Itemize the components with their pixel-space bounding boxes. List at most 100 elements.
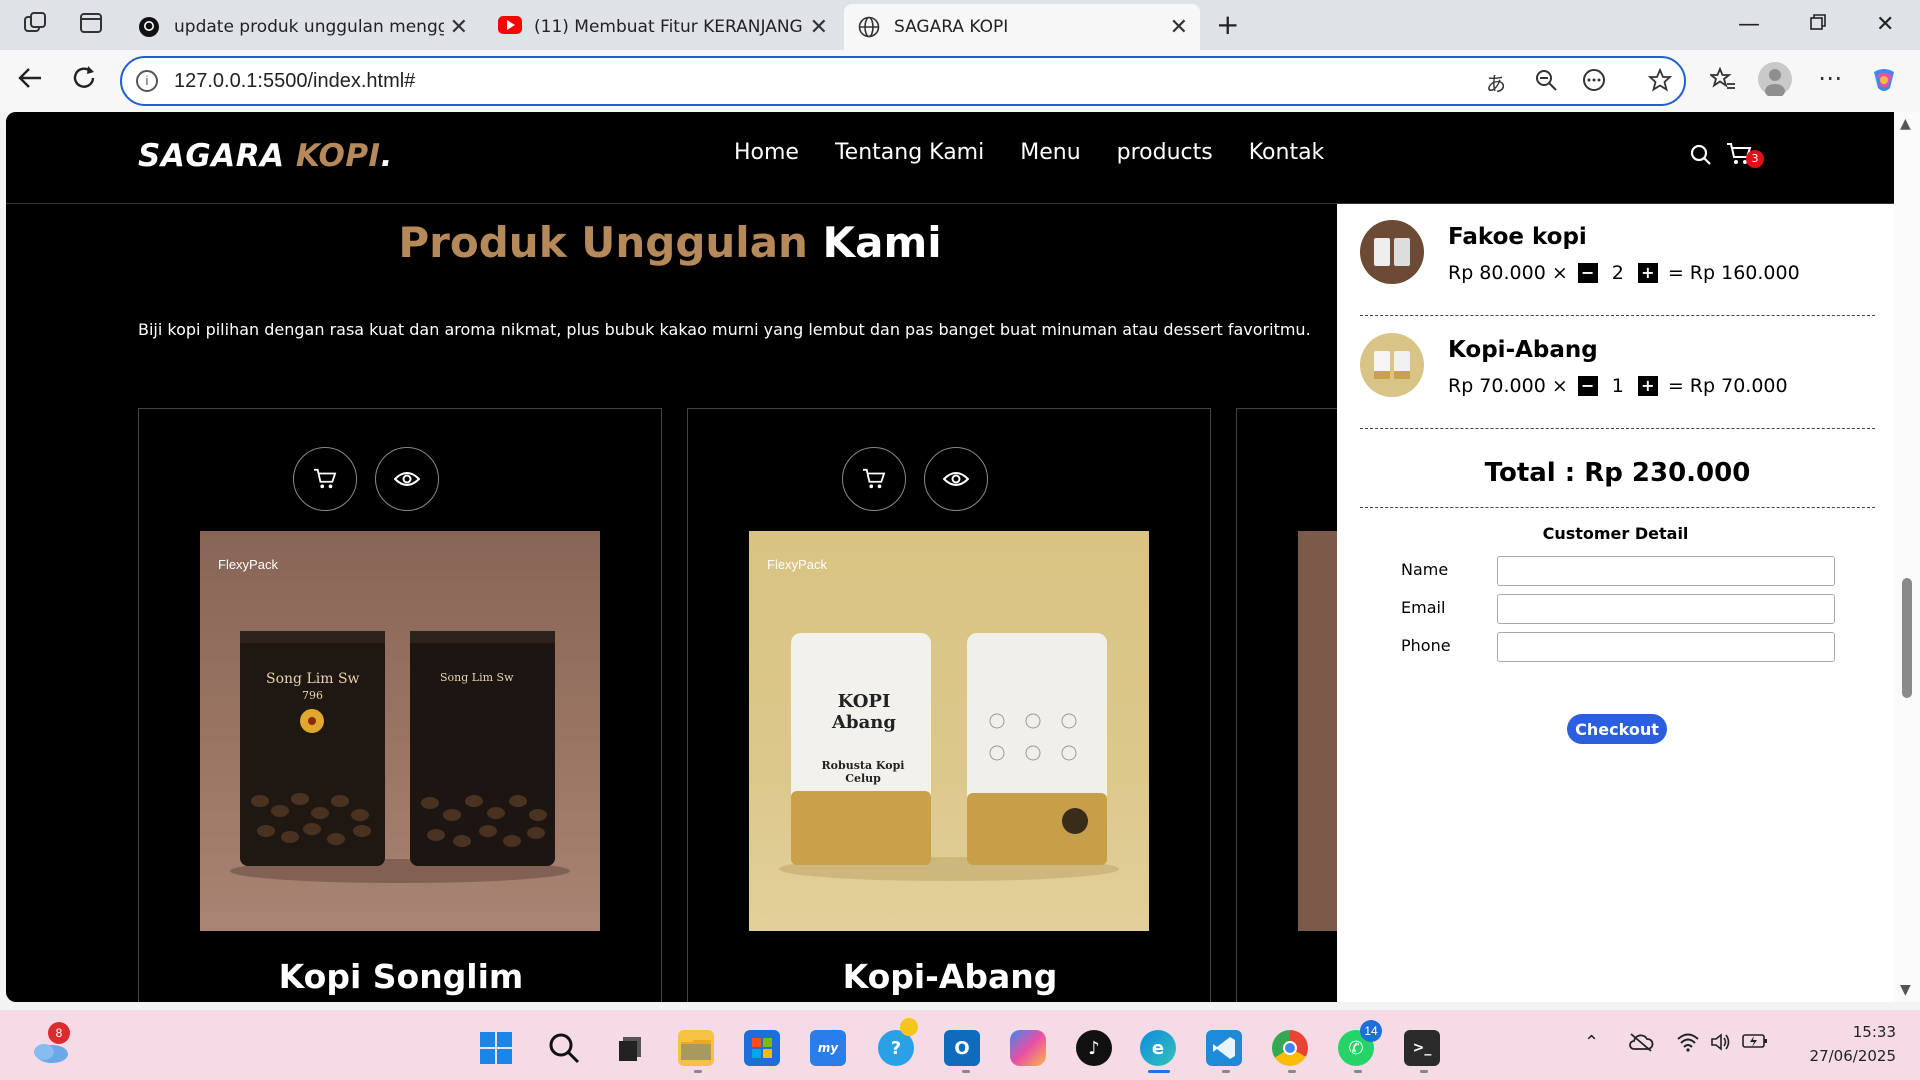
refresh-icon[interactable] <box>70 64 98 98</box>
name-input[interactable] <box>1497 556 1835 586</box>
close-icon[interactable]: ✕ <box>1170 15 1188 40</box>
cloud-offline-icon[interactable] <box>1628 1032 1654 1057</box>
tab-github[interactable]: update produk unggulan menggu ✕ <box>124 4 480 50</box>
nav-link-kontak[interactable]: Kontak <box>1249 140 1325 165</box>
system-clock[interactable]: 15:33 27/06/2025 <box>1796 1020 1896 1068</box>
close-icon[interactable]: ✕ <box>450 15 468 40</box>
logo-text-accent: KOPI <box>295 138 381 174</box>
search-icon[interactable] <box>1690 144 1712 170</box>
cart-item: Fakoe kopi Rp 80.000 × − 2 + = Rp 160.00… <box>1360 204 1875 316</box>
scrollbar-thumb[interactable] <box>1902 578 1912 698</box>
running-indicator <box>962 1070 970 1073</box>
nav-link-tentang-kami[interactable]: Tentang Kami <box>835 140 984 165</box>
translate-icon[interactable]: あ <box>1486 68 1506 97</box>
github-icon <box>138 16 160 38</box>
tiktok-icon[interactable]: ♪ <box>1076 1030 1112 1066</box>
view-detail-button[interactable] <box>375 447 439 511</box>
minimize-icon[interactable]: — <box>1738 12 1760 37</box>
decrease-qty-button[interactable]: − <box>1577 376 1598 396</box>
product-card: FlexyPack KOPI Abang Robusta Kopi Celup … <box>687 408 1211 1002</box>
back-icon[interactable] <box>16 64 44 98</box>
tab-sagara-kopi[interactable]: SAGARA KOPI ✕ <box>844 4 1200 50</box>
section-description: Biji kopi pilihan dengan rasa kuat dan a… <box>138 320 1311 339</box>
running-indicator <box>1148 1070 1170 1073</box>
microsoft-store-icon[interactable] <box>744 1030 780 1066</box>
cart-item: Kopi-Abang Rp 70.000 × − 1 + = Rp 70.000 <box>1360 317 1875 429</box>
cart-item-subtotal: = Rp 70.000 <box>1667 375 1788 397</box>
outlook-icon[interactable]: O <box>944 1030 980 1066</box>
close-window-icon[interactable]: ✕ <box>1876 12 1894 37</box>
zoom-out-icon[interactable] <box>1534 68 1558 98</box>
add-to-cart-button[interactable] <box>293 447 357 511</box>
volume-icon[interactable] <box>1710 1032 1732 1057</box>
checkout-button[interactable]: Checkout <box>1567 714 1667 744</box>
browser-tab-bar: update produk unggulan menggu ✕ (11) Mem… <box>0 0 1920 50</box>
cart-item-subtotal: = Rp 160.000 <box>1667 262 1800 284</box>
cart-item-name: Fakoe kopi <box>1448 224 1587 250</box>
pack-label-right: Song Lim Sw <box>440 671 514 684</box>
page-scrollbar[interactable]: ▲ ▼ <box>1894 112 1920 1002</box>
notification-dot <box>900 1018 918 1036</box>
increase-qty-button[interactable]: + <box>1637 263 1658 283</box>
customer-detail-title: Customer Detail <box>1542 524 1689 543</box>
start-icon[interactable] <box>478 1030 514 1066</box>
page-viewport: SAGARA KOPI. Home Tentang Kami Menu prod… <box>6 112 1894 1002</box>
phone-label: Phone <box>1401 636 1451 655</box>
cart-item-price: Rp 70.000 × <box>1448 375 1568 397</box>
running-indicator <box>1222 1070 1230 1073</box>
running-indicator <box>1354 1070 1362 1073</box>
address-bar[interactable]: i 127.0.0.1:5500/index.html# あ <box>120 56 1686 106</box>
tab-youtube[interactable]: (11) Membuat Fitur KERANJANG I ✕ <box>484 4 840 50</box>
cart-item-line: Rp 70.000 × − 1 + = Rp 70.000 <box>1448 375 1788 397</box>
nav-link-home[interactable]: Home <box>734 140 799 165</box>
edge-icon[interactable]: e <box>1140 1030 1176 1066</box>
chevron-up-icon[interactable]: ⌃ <box>1584 1032 1599 1053</box>
section-title-accent: Produk Unggulan <box>398 218 808 267</box>
file-explorer-icon[interactable] <box>678 1030 714 1066</box>
site-info-icon[interactable]: i <box>136 70 158 92</box>
wifi-icon[interactable] <box>1676 1032 1700 1057</box>
scroll-down-icon[interactable]: ▼ <box>1900 982 1911 998</box>
youtube-icon <box>498 16 522 38</box>
pack-number-left: 796 <box>302 689 323 702</box>
profile-avatar-icon[interactable] <box>1758 62 1792 102</box>
restore-icon[interactable] <box>1808 12 1828 38</box>
nav-link-products[interactable]: products <box>1117 140 1213 165</box>
product-image: FlexyPack Song Lim Sw 796 Song Lim Sw <box>200 531 600 931</box>
cart-icon <box>863 468 886 489</box>
copilot-icon[interactable] <box>1868 64 1900 102</box>
weather-badge: 8 <box>48 1022 70 1044</box>
browser-toolbar: i 127.0.0.1:5500/index.html# あ ⋯ <box>0 50 1920 112</box>
product-card: FlexyPack Song Lim Sw 796 Song Lim Sw Ko… <box>138 408 662 1002</box>
more-tools-icon[interactable] <box>1582 68 1606 98</box>
vscode-icon[interactable] <box>1206 1030 1242 1066</box>
tab-actions-icon[interactable] <box>78 10 104 42</box>
site-logo[interactable]: SAGARA KOPI. <box>138 138 393 174</box>
copilot-app-icon[interactable] <box>1010 1030 1046 1066</box>
settings-more-icon[interactable]: ⋯ <box>1818 64 1842 92</box>
terminal-icon[interactable]: >_ <box>1404 1030 1440 1066</box>
favorite-star-icon[interactable] <box>1647 67 1673 98</box>
cart-item-qty: 2 <box>1611 262 1624 284</box>
close-icon[interactable]: ✕ <box>810 15 828 40</box>
shopping-cart-panel: Fakoe kopi Rp 80.000 × − 2 + = Rp 160.00… <box>1337 204 1894 1002</box>
new-tab-icon[interactable]: + <box>1216 8 1239 41</box>
battery-icon[interactable] <box>1742 1032 1768 1055</box>
phone-input[interactable] <box>1497 632 1835 662</box>
task-view-icon[interactable] <box>612 1030 648 1066</box>
email-input[interactable] <box>1497 594 1835 624</box>
decrease-qty-button[interactable]: − <box>1577 263 1598 283</box>
workspaces-icon[interactable] <box>22 10 48 42</box>
nav-link-menu[interactable]: Menu <box>1020 140 1080 165</box>
chrome-icon[interactable] <box>1272 1030 1308 1066</box>
tab-label: update produk unggulan menggu <box>174 17 444 37</box>
scroll-up-icon[interactable]: ▲ <box>1900 116 1911 132</box>
clock-date: 27/06/2025 <box>1809 1047 1896 1065</box>
view-detail-button[interactable] <box>924 447 988 511</box>
myhp-icon[interactable]: my <box>810 1030 846 1066</box>
favorites-icon[interactable] <box>1708 66 1736 98</box>
search-icon[interactable] <box>546 1030 582 1066</box>
url-text: 127.0.0.1:5500/index.html# <box>174 70 416 92</box>
add-to-cart-button[interactable] <box>842 447 906 511</box>
increase-qty-button[interactable]: + <box>1637 376 1658 396</box>
